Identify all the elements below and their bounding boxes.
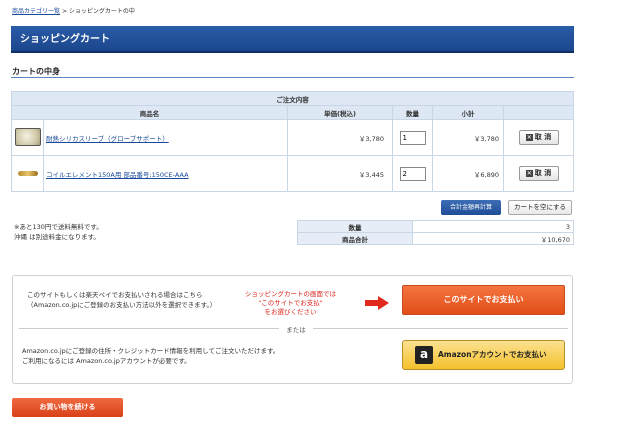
payment-instruction-note: ショッピングカートの画面では "このサイトでお支払" をお選びください bbox=[245, 290, 336, 317]
instruction-line3: をお選びください bbox=[264, 308, 317, 316]
shipping-note: ※あと130円で送料無料です。 沖縄 は別途料金になります。 bbox=[14, 222, 103, 242]
or-text: または bbox=[286, 326, 306, 334]
total-qty-value: 3 bbox=[412, 220, 574, 233]
product-thumbnail[interactable] bbox=[11, 155, 44, 192]
recalculate-button[interactable]: 合計金額再計算 bbox=[441, 200, 501, 215]
section-divider bbox=[11, 77, 574, 78]
site-payment-text-line2: （Amazon.co.jpにご登録のお支払い方法以外を選択できます。） bbox=[27, 301, 217, 309]
sleeve-product-image[interactable] bbox=[14, 127, 41, 146]
product-link[interactable]: コイルエレメント150A用 部品番号:150CE-AAA bbox=[44, 171, 189, 179]
header-subtotal: 小計 bbox=[432, 105, 504, 120]
arrow-right-icon bbox=[365, 296, 389, 310]
unit-price: ￥3,445 bbox=[287, 155, 393, 192]
amazon-payment-text-line1: Amazon.co.jpにご登録の住所・クレジットカード情報を利用してご注文いた… bbox=[22, 347, 280, 355]
unit-price: ￥3,780 bbox=[287, 119, 393, 156]
product-thumbnail[interactable] bbox=[11, 119, 44, 156]
row-subtotal: ￥6,890 bbox=[432, 155, 504, 192]
header-delete bbox=[503, 105, 574, 120]
delete-label: 取 消 bbox=[534, 133, 552, 141]
row-subtotal: ￥3,780 bbox=[432, 119, 504, 156]
header-qty: 数量 bbox=[392, 105, 433, 120]
x-box-icon: ✕ bbox=[525, 133, 533, 141]
totals-table: 数量 3 商品合計 ￥10,670 bbox=[297, 220, 574, 245]
delete-button[interactable]: ✕ 取 消 bbox=[518, 166, 559, 181]
amazon-pay-label: Amazonアカウントでお支払い bbox=[438, 350, 547, 359]
table-caption: ご注文内容 bbox=[11, 91, 574, 106]
continue-shopping-button[interactable]: お買い物を続ける bbox=[12, 398, 123, 417]
coil-product-image[interactable] bbox=[17, 170, 38, 176]
page-title: ショッピングカート bbox=[11, 26, 574, 53]
total-sum-label: 商品合計 bbox=[297, 232, 413, 245]
total-sum-value: ￥10,670 bbox=[412, 232, 574, 245]
empty-cart-button[interactable]: カートを空にする bbox=[508, 200, 572, 215]
breadcrumb-link-category[interactable]: 商品カテゴリ一覧 bbox=[12, 8, 60, 15]
breadcrumb-separator: > bbox=[61, 8, 67, 15]
amazon-pay-button[interactable]: a Amazonアカウントでお支払い bbox=[402, 340, 565, 370]
total-qty-label: 数量 bbox=[297, 220, 413, 233]
instruction-line1: ショッピングカートの画面では bbox=[245, 290, 336, 298]
breadcrumb-current: ショッピングカートの中 bbox=[68, 8, 135, 15]
shipping-note-line1: ※あと130円で送料無料です。 bbox=[14, 223, 103, 231]
amazon-logo-icon: a bbox=[415, 346, 433, 364]
breadcrumb: 商品カテゴリ一覧 > ショッピングカートの中 bbox=[12, 6, 135, 15]
header-price: 単価(税込) bbox=[287, 105, 393, 120]
instruction-line2: "このサイトでお支払" bbox=[258, 299, 323, 307]
cart-table: ご注文内容 商品名 単価(税込) 数量 小計 耐熱シリカスリーブ（グローブサポー… bbox=[11, 91, 574, 192]
delete-button[interactable]: ✕ 取 消 bbox=[518, 130, 559, 145]
table-row: コイルエレメント150A用 部品番号:150CE-AAA ￥3,445 ￥6,8… bbox=[11, 155, 574, 192]
amazon-payment-description: Amazon.co.jpにご登録の住所・クレジットカード情報を利用してご注文いた… bbox=[22, 346, 279, 366]
or-divider-left bbox=[19, 328, 279, 329]
site-payment-description: このサイトもしくは楽天ペイでお支払いされる場合はこちら （Amazon.co.j… bbox=[27, 290, 216, 310]
or-divider-right bbox=[313, 328, 568, 329]
quantity-input[interactable] bbox=[399, 130, 426, 145]
product-link[interactable]: 耐熱シリカスリーブ（グローブサポート） bbox=[44, 135, 169, 143]
header-name: 商品名 bbox=[11, 105, 288, 120]
site-payment-button[interactable]: このサイトでお支払い bbox=[402, 285, 565, 315]
shipping-note-line2: 沖縄 は別途料金になります。 bbox=[14, 233, 100, 241]
delete-label: 取 消 bbox=[534, 169, 552, 177]
site-payment-text-line1: このサイトもしくは楽天ペイでお支払いされる場合はこちら bbox=[27, 291, 203, 299]
quantity-input[interactable] bbox=[399, 166, 426, 181]
amazon-payment-text-line2: ご利用になるには Amazon.co.jpアカウントが必要です。 bbox=[22, 357, 191, 365]
x-box-icon: ✕ bbox=[525, 169, 533, 177]
payment-options-panel: このサイトもしくは楽天ペイでお支払いされる場合はこちら （Amazon.co.j… bbox=[12, 275, 573, 384]
table-row: 耐熱シリカスリーブ（グローブサポート） ￥3,780 ￥3,780 ✕取 消 bbox=[11, 119, 574, 156]
section-title: カートの中身 bbox=[12, 67, 60, 76]
